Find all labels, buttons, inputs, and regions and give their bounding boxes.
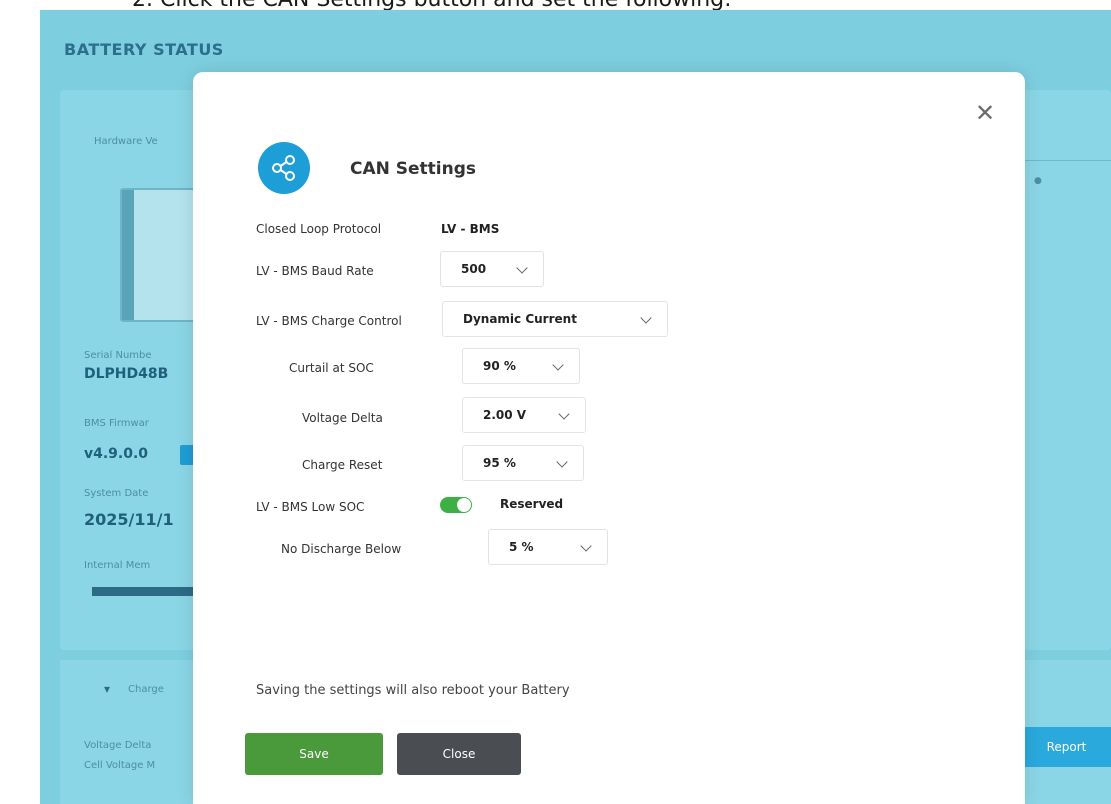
voltage-delta-label: Voltage Delta [302,411,383,425]
chevron-down-icon [559,410,569,420]
chevron-down-icon [553,361,563,371]
voltage-delta-value: 2.00 V [483,408,527,422]
baud-rate-select[interactable]: 500 [440,251,544,287]
no-discharge-below-value: 5 % [509,540,534,554]
instruction-strip: 2. Click the CAN Settings button and set… [0,0,1111,10]
instruction-text: 2. Click the CAN Settings button and set… [132,0,732,10]
internal-memory-bar [92,587,202,596]
charge-control-label: LV - BMS Charge Control [256,314,402,328]
curtail-soc-value: 90 % [483,359,516,373]
voltage-delta-select[interactable]: 2.00 V [462,397,586,433]
closed-loop-protocol-label: Closed Loop Protocol [256,222,382,236]
toggle-knob [457,498,471,512]
dialog-title: CAN Settings [350,159,477,179]
charge-control-select[interactable]: Dynamic Current [442,301,668,337]
charge-label: Charge [128,684,164,695]
close-icon[interactable]: ✕ [972,100,998,126]
serial-number-value: DLPHD48B [84,366,169,382]
chevron-down-icon [641,314,651,324]
charge-reset-select[interactable]: 95 % [462,445,584,481]
low-soc-label: LV - BMS Low SOC [256,500,365,514]
reboot-note: Saving the settings will also reboot you… [256,683,570,698]
divider [1022,160,1111,161]
charge-reset-value: 95 % [483,456,516,470]
system-date-label: System Date [84,488,149,499]
no-discharge-below-select[interactable]: 5 % [488,529,608,565]
bms-firmware-label: BMS Firmwar [84,418,149,429]
battery-device-image [120,188,198,322]
no-discharge-below-label: No Discharge Below [281,542,402,556]
low-soc-toggle[interactable] [440,497,472,513]
close-button[interactable]: Close [397,733,521,775]
info-icon: ● [1034,176,1042,186]
hardware-version-label: Hardware Ve [94,136,158,147]
low-soc-status: Reserved [500,497,564,511]
closed-loop-protocol-value: LV - BMS [441,222,500,236]
voltage-delta-bg-label: Voltage Delta [84,740,152,751]
serial-number-label: Serial Numbe [84,350,152,361]
system-date-value: 2025/11/1 [84,510,174,529]
cell-voltage-label: Cell Voltage M [84,760,156,771]
chevron-down-icon [581,542,591,552]
save-button[interactable]: Save [245,733,383,775]
baud-rate-value: 500 [461,262,487,276]
battery-status-title: BATTERY STATUS [64,40,224,59]
charge-control-value: Dynamic Current [463,312,577,326]
charge-reset-label: Charge Reset [302,458,383,472]
curtail-soc-label: Curtail at SOC [289,361,374,375]
bms-firmware-value: v4.9.0.0 [84,446,149,462]
chevron-down-icon [557,458,567,468]
share-icon [258,142,310,194]
baud-rate-label: LV - BMS Baud Rate [256,264,374,278]
report-button[interactable]: Report [1022,727,1111,767]
internal-memory-label: Internal Mem [84,560,151,571]
chevron-down-icon [517,264,527,274]
curtail-soc-select[interactable]: 90 % [462,348,580,384]
charge-icon: ▾ [104,682,111,696]
